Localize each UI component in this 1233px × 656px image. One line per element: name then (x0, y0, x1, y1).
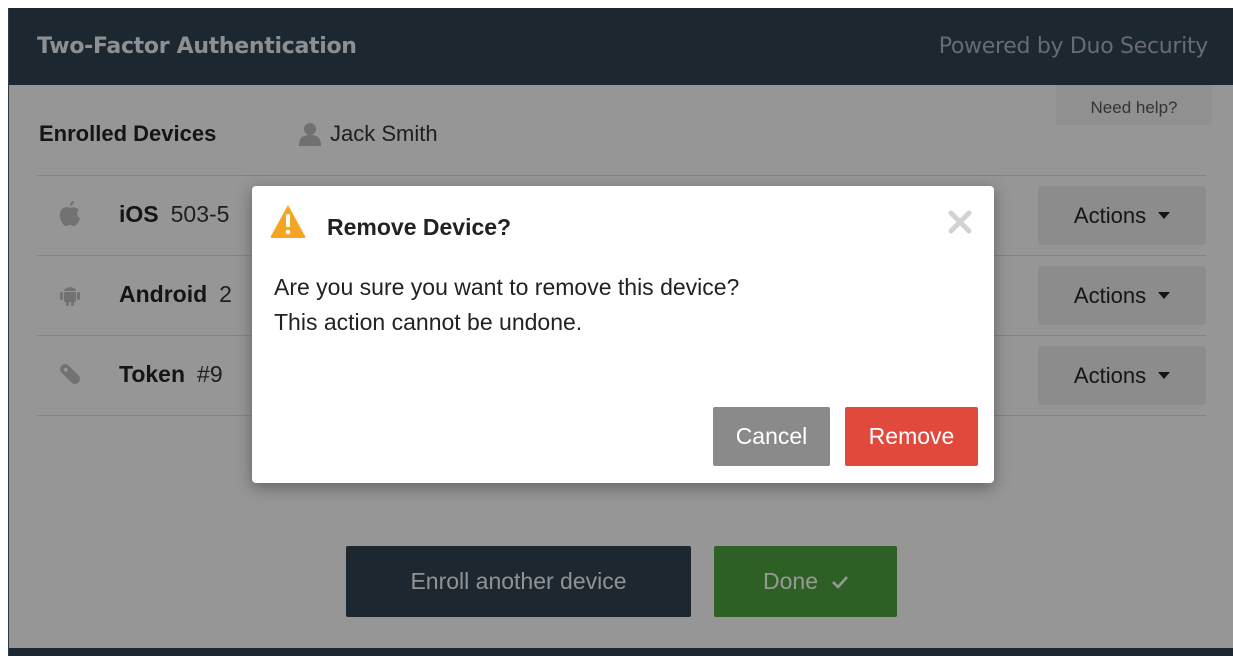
cancel-button[interactable]: Cancel (713, 407, 830, 466)
dialog-message-line: This action cannot be undone. (274, 309, 583, 335)
remove-device-dialog: Remove Device? Are you sure you want to … (252, 186, 994, 483)
dialog-message: Are you sure you want to remove this dev… (274, 270, 739, 340)
close-button[interactable] (946, 208, 974, 236)
duo-prompt-frame: Two-Factor Authentication Powered by Duo… (8, 8, 1233, 656)
dialog-message-line: Are you sure you want to remove this dev… (274, 274, 740, 300)
remove-button[interactable]: Remove (845, 407, 978, 466)
warning-icon (269, 203, 307, 239)
dialog-title: Remove Device? (327, 214, 512, 240)
close-icon (946, 210, 974, 239)
